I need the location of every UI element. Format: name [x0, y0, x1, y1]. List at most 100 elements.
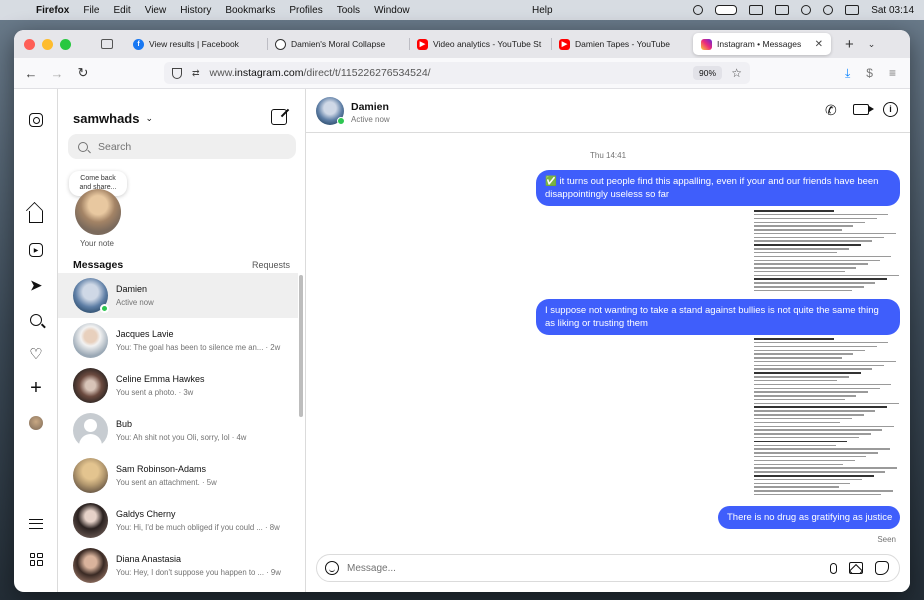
menu-history[interactable]: History	[180, 5, 211, 16]
document-text-line	[754, 421, 841, 424]
volume-icon[interactable]	[801, 5, 812, 15]
close-tab-icon[interactable]: ✕	[815, 39, 823, 50]
close-window-button[interactable]	[24, 38, 35, 50]
note-avatar[interactable]	[75, 189, 121, 235]
extension-icon[interactable]: $	[866, 66, 873, 80]
image-icon[interactable]	[849, 562, 863, 574]
url-text[interactable]: www.instagram.com/direct/t/1152262765345…	[210, 67, 431, 79]
conversation-item-diana[interactable]: Diana Anastasia You: Hey, I don't suppose…	[58, 543, 306, 588]
messages-icon[interactable]: ➤	[26, 275, 46, 295]
also-from-meta-icon[interactable]	[26, 549, 46, 569]
menu-file[interactable]: File	[83, 5, 99, 16]
document-text-line	[754, 263, 868, 265]
forward-button[interactable]: →	[46, 66, 68, 81]
document-text-line	[754, 494, 882, 496]
back-button[interactable]: ←	[20, 66, 42, 81]
emoji-icon[interactable]	[325, 561, 339, 575]
instagram-app: ▶ ➤ ♡ + samwhads ⌄ Come back and share..…	[14, 89, 910, 592]
info-icon[interactable]: i	[883, 102, 898, 117]
online-indicator	[100, 304, 109, 313]
menu-icon[interactable]: ≡	[889, 66, 896, 80]
document-text-line	[754, 414, 864, 416]
reload-button[interactable]: ↻	[72, 65, 94, 81]
document-text-line	[754, 267, 857, 269]
address-bar[interactable]: ⇄ www.instagram.com/direct/t/11522627653…	[164, 62, 750, 84]
document-text-line	[754, 236, 884, 239]
conversation-name: Celine Emma Hawkes	[116, 374, 205, 384]
cloud-status-icon[interactable]	[749, 5, 764, 15]
instagram-logo-icon[interactable]	[26, 110, 46, 130]
menu-profiles[interactable]: Profiles	[289, 5, 322, 16]
conversation-item-jacques[interactable]: Jacques Lavie You: The goal has been to s…	[58, 318, 306, 363]
zoom-level[interactable]: 90%	[692, 66, 722, 80]
menu-window[interactable]: Window	[374, 5, 410, 16]
reels-icon[interactable]: ▶	[26, 240, 46, 260]
inbox-panel: samwhads ⌄ Come back and share... Your n…	[58, 89, 306, 592]
conversation-item-bub[interactable]: Bub You: Ah shit not you Oli, sorry, lol …	[58, 408, 306, 453]
tab-chatgpt[interactable]: Damien's Moral Collapse	[267, 33, 409, 55]
document-text-line	[754, 391, 868, 393]
menu-bookmarks[interactable]: Bookmarks	[225, 5, 275, 16]
message-bubble[interactable]: There is no drug as gratifying as justic…	[718, 506, 900, 529]
permissions-icon[interactable]: ⇄	[192, 68, 200, 79]
document-attachment[interactable]	[754, 338, 900, 505]
search-icon[interactable]	[26, 310, 46, 330]
sticker-icon[interactable]	[875, 561, 889, 575]
profile-avatar-icon[interactable]	[26, 413, 46, 433]
chatgpt-status-icon[interactable]	[693, 5, 704, 15]
document-text-line	[754, 210, 835, 212]
document-text-line	[754, 364, 884, 367]
search-bar[interactable]	[68, 134, 296, 159]
control-center-icon[interactable]	[845, 5, 860, 15]
tab-manager-icon[interactable]	[101, 39, 113, 49]
conversation-item-galdys[interactable]: Galdys Cherny You: Hi, I'd be much oblige…	[58, 498, 306, 543]
chat-contact-name[interactable]: Damien	[351, 101, 389, 113]
chat-avatar[interactable]	[316, 97, 345, 125]
bookmark-star-icon[interactable]: ☆	[731, 66, 742, 80]
menu-help[interactable]: Help	[532, 5, 553, 16]
url-path: /direct/t/115226276534524/	[303, 67, 431, 79]
menu-edit[interactable]: Edit	[113, 5, 130, 16]
phone-icon[interactable]: ✆	[825, 103, 839, 117]
message-bubble[interactable]: ✅ it turns out people find this appallin…	[536, 170, 900, 206]
tab-facebook[interactable]: f View results | Facebook	[125, 33, 267, 55]
menu-tools[interactable]: Tools	[337, 5, 360, 16]
conversation-item-sam[interactable]: Sam Robinson-Adams You sent an attachment…	[58, 453, 306, 498]
minimize-window-button[interactable]	[42, 38, 53, 50]
home-icon[interactable]	[26, 205, 46, 225]
tab-title: View results | Facebook	[149, 39, 239, 49]
message-bubble[interactable]: I suppose not wanting to take a stand ag…	[536, 299, 900, 335]
heart-icon[interactable]: ♡	[26, 344, 46, 364]
zoom-window-button[interactable]	[60, 38, 71, 50]
menubar-clock[interactable]: Sat 03:14	[871, 5, 914, 16]
account-switcher[interactable]: samwhads ⌄	[73, 111, 153, 126]
battery-icon[interactable]	[775, 5, 790, 15]
create-icon[interactable]: +	[26, 377, 46, 399]
search-input[interactable]	[98, 140, 278, 153]
download-icon[interactable]: ⤓	[845, 66, 850, 81]
more-menu-icon[interactable]	[26, 514, 46, 534]
chevron-down-icon[interactable]: ⌄	[868, 39, 876, 50]
tab-youtube-studio[interactable]: ▶ Video analytics - YouTube St	[409, 33, 551, 55]
wifi-icon[interactable]	[823, 5, 834, 15]
new-tab-button[interactable]: +	[845, 36, 854, 53]
conversation-item-damien[interactable]: Damien Active now	[58, 273, 298, 318]
message-input[interactable]	[347, 562, 807, 574]
avatar	[73, 278, 109, 313]
screen-mirroring-icon[interactable]	[715, 5, 738, 15]
tab-youtube[interactable]: ▶ Damien Tapes - YouTube	[551, 33, 693, 55]
tab-instagram[interactable]: Instagram • Messages ✕	[693, 33, 831, 55]
video-call-icon[interactable]	[853, 104, 874, 115]
microphone-icon[interactable]	[830, 562, 837, 574]
document-text-line	[754, 357, 842, 359]
document-attachment[interactable]	[754, 210, 900, 298]
shield-icon[interactable]	[172, 67, 182, 79]
menu-app-name[interactable]: Firefox	[36, 5, 69, 16]
inbox-scrollbar[interactable]	[299, 275, 303, 417]
document-text-line	[754, 240, 873, 242]
compose-icon[interactable]	[271, 109, 287, 125]
conversation-item-celine[interactable]: Celine Emma Hawkes You sent a photo. · 3w	[58, 363, 306, 408]
menu-view[interactable]: View	[145, 5, 167, 16]
requests-link[interactable]: Requests	[252, 260, 290, 270]
conversation-preview: You: The goal has been to silence me an.…	[116, 343, 281, 352]
